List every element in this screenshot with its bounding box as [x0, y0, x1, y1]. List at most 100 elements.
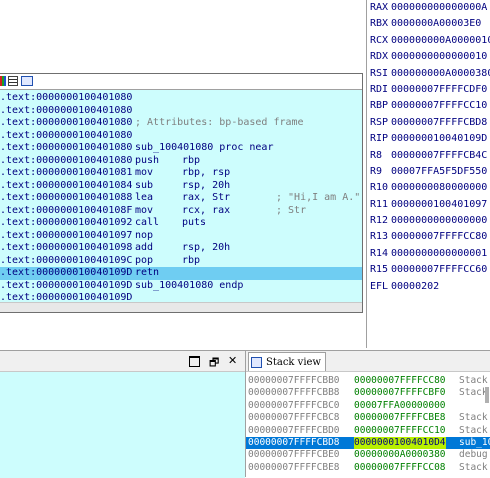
- stack-row[interactable]: 00000007FFFFCBC8 00000007FFFFCBE8 Stack: [246, 412, 490, 424]
- register-row[interactable]: R15 00000007FFFFCC60: [367, 262, 490, 278]
- register-row[interactable]: R10 0000000080000000: [367, 180, 490, 196]
- disasm-line[interactable]: .text:0000000100401080: [0, 105, 362, 118]
- disassembly-listing[interactable]: .text:0000000100401080 .text:000000010040…: [0, 90, 362, 305]
- output-panel-body[interactable]: [0, 372, 245, 478]
- disasm-line[interactable]: .text:0000000100401088 lea rax, Str ; "Hi,I…: [0, 192, 362, 205]
- disasm-line[interactable]: .text:0000000100401092 call puts: [0, 217, 362, 230]
- register-row[interactable]: RCX 000000000A0000010: [367, 33, 490, 49]
- register-row[interactable]: R11 0000000100401097: [367, 197, 490, 213]
- register-value[interactable]: 0000000080000000: [391, 182, 487, 193]
- disasm-line[interactable]: .text:0000000100401098 add rsp, 20h: [0, 242, 362, 255]
- disasm-line[interactable]: .text:0000000100401080: [0, 92, 362, 105]
- stack-value[interactable]: 00000007FFFFCBF0: [354, 387, 446, 399]
- register-value[interactable]: 0000000100401097: [391, 199, 487, 210]
- register-row[interactable]: R9 00007FFA5F5DF550: [367, 164, 490, 180]
- disasm-mnemonic: retn: [135, 267, 160, 278]
- stack-value[interactable]: 00000007FFFFCC80: [354, 375, 446, 387]
- disasm-proc-label[interactable]: sub_100401080 proc near: [135, 142, 273, 155]
- stack-comment: Stack: [459, 375, 488, 386]
- register-value[interactable]: 0000000A00003E0: [391, 18, 481, 29]
- register-row[interactable]: RDI 00000007FFFFCDF0: [367, 82, 490, 98]
- stack-rows[interactable]: 00000007FFFFCBB0 00000007FFFFCC80 Stack 000…: [246, 375, 490, 474]
- horizontal-scrollbar[interactable]: [0, 302, 362, 312]
- register-name: R11: [370, 198, 389, 210]
- graph-overview-icon[interactable]: [0, 76, 6, 86]
- disasm-operands[interactable]: rbp, rsp: [182, 167, 230, 180]
- disasm-line[interactable]: .text:000000010040108F mov rcx, rax ; Str: [0, 205, 362, 218]
- disasm-operands[interactable]: rsp, 20h: [182, 180, 230, 193]
- stack-row[interactable]: 00000007FFFFCBE8 00000007FFFFCC08 Stack: [246, 462, 490, 474]
- register-value[interactable]: 0000000000000000: [391, 215, 487, 226]
- disasm-operands[interactable]: rsp, 20h: [182, 242, 230, 255]
- close-button[interactable]: ✕: [228, 354, 237, 367]
- register-row[interactable]: R8 00000007FFFFCB4C: [367, 148, 490, 164]
- register-value[interactable]: 000000000A0000380: [391, 68, 490, 79]
- stack-value[interactable]: 00007FFA00000000: [354, 400, 446, 412]
- stack-view-panel[interactable]: Stack view 00000007FFFFCBB0 00000007FFFFC…: [245, 350, 490, 477]
- disasm-line[interactable]: .text:000000010040109D sub_100401080 endp: [0, 280, 362, 293]
- stack-row[interactable]: 00000007FFFFCBD8 00000001004010D4 sub_10: [246, 436, 490, 450]
- maximize-button[interactable]: [189, 356, 200, 367]
- disasm-line[interactable]: .text:0000000100401080: [0, 130, 362, 143]
- register-value[interactable]: 00000007FFFFCBD8: [391, 117, 487, 128]
- register-value[interactable]: 00000007FFFFCB4C: [391, 150, 487, 161]
- stack-scroll-thumb[interactable]: [485, 387, 489, 403]
- stack-value[interactable]: 00000007FFFFCC08: [354, 462, 446, 474]
- register-row[interactable]: R12 0000000000000000: [367, 213, 490, 229]
- stack-value[interactable]: 00000001004010D4: [354, 436, 446, 450]
- disasm-operands[interactable]: puts: [182, 217, 206, 230]
- register-row[interactable]: RBP 00000007FFFFCC10: [367, 98, 490, 114]
- disasm-line[interactable]: .text:0000000100401097 nop: [0, 230, 362, 243]
- stack-row[interactable]: 00000007FFFFCBB0 00000007FFFFCC80 Stack: [246, 375, 490, 387]
- register-row[interactable]: RSI 000000000A0000380: [367, 66, 490, 82]
- register-row[interactable]: RDX 0000000000000010: [367, 49, 490, 65]
- disasm-mnemonic: nop: [135, 229, 154, 241]
- register-row[interactable]: RIP 000000010040109D: [367, 131, 490, 147]
- disasm-line[interactable]: .text:000000010040109C pop rbp: [0, 255, 362, 268]
- register-value[interactable]: 0000000000000001: [391, 248, 487, 259]
- register-row[interactable]: RBX 0000000A00003E0: [367, 16, 490, 32]
- listing-icon[interactable]: [8, 76, 18, 86]
- hex-view-icon[interactable]: [21, 76, 33, 86]
- disasm-line[interactable]: .text:0000000100401081 mov rbp, rsp: [0, 167, 362, 180]
- disasm-line[interactable]: .text:000000010040109D retn: [0, 267, 362, 280]
- registers-panel[interactable]: RAX 000000000000000A RBX 0000000A00003E0 RCX…: [366, 0, 490, 348]
- stack-value[interactable]: 00000007FFFFCC10: [354, 425, 446, 437]
- register-row[interactable]: R13 00000007FFFFCC80: [367, 229, 490, 245]
- register-value[interactable]: 00000007FFFFCC80: [391, 231, 487, 242]
- disasm-operands[interactable]: rbp: [182, 255, 200, 268]
- register-row[interactable]: R14 0000000000000001: [367, 246, 490, 262]
- stack-row[interactable]: 00000007FFFFCBE0 00000000A0000380 debug: [246, 449, 490, 461]
- register-name: R8: [370, 149, 383, 161]
- register-value[interactable]: 00000007FFFFCC60: [391, 264, 487, 275]
- disasm-line[interactable]: .text:0000000100401080; Attributes: bp-b…: [0, 117, 362, 130]
- register-row[interactable]: EFL 00000202: [367, 279, 490, 295]
- stack-value[interactable]: 00000007FFFFCBE8: [354, 412, 446, 424]
- disasm-proc-label[interactable]: sub_100401080 endp: [135, 280, 243, 293]
- register-value[interactable]: 000000000000000A: [391, 2, 487, 13]
- register-value[interactable]: 000000000A0000010: [391, 35, 490, 46]
- disasm-address: .text:0000000100401092: [0, 217, 133, 228]
- stack-row[interactable]: 00000007FFFFCBD0 00000007FFFFCC10 Stack: [246, 425, 490, 437]
- disasm-operands[interactable]: rcx, rax: [182, 205, 230, 218]
- register-row[interactable]: RSP 00000007FFFFCBD8: [367, 115, 490, 131]
- tab-stack-view[interactable]: Stack view: [248, 352, 326, 371]
- disasm-address: .text:0000000100401088: [0, 192, 133, 203]
- register-value[interactable]: 00000007FFFFCC10: [391, 100, 487, 111]
- register-value[interactable]: 0000000000000010: [391, 51, 487, 62]
- register-value[interactable]: 00007FFA5F5DF550: [391, 166, 487, 177]
- register-value[interactable]: 000000010040109D: [391, 133, 487, 144]
- register-row[interactable]: RAX 000000000000000A: [367, 0, 490, 16]
- stack-value[interactable]: 00000000A0000380: [354, 449, 446, 461]
- register-value[interactable]: 00000007FFFFCDF0: [391, 84, 487, 95]
- disasm-line[interactable]: .text:0000000100401084 sub rsp, 20h: [0, 180, 362, 193]
- stack-row[interactable]: 00000007FFFFCBC0 00007FFA00000000: [246, 400, 490, 412]
- disasm-operands[interactable]: rax, Str: [182, 192, 230, 205]
- register-value[interactable]: 00000202: [391, 281, 439, 292]
- disassembly-view[interactable]: .text:0000000100401080 .text:000000010040…: [0, 73, 363, 313]
- float-window-button[interactable]: 🗗: [209, 354, 219, 373]
- disasm-line[interactable]: .text:0000000100401080 push rbp: [0, 155, 362, 168]
- disasm-operands[interactable]: rbp: [182, 155, 200, 168]
- stack-row[interactable]: 00000007FFFFCBB8 00000007FFFFCBF0 Stack: [246, 387, 490, 399]
- disasm-line[interactable]: .text:0000000100401080 sub_100401080 proc…: [0, 142, 362, 155]
